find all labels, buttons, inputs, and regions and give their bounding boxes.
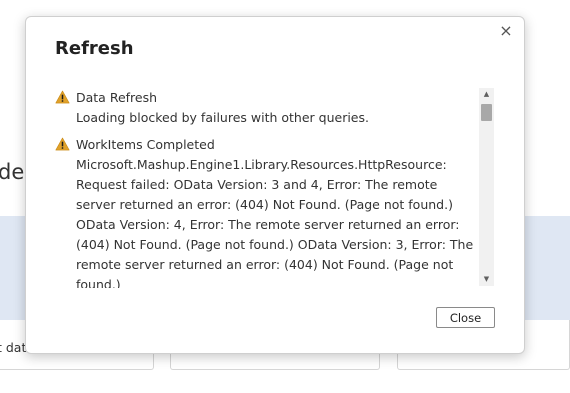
refresh-dialog: Refresh × Data Refresh Loading blocked b… [25, 16, 525, 354]
messages-list: Data Refresh Loading blocked by failures… [55, 88, 475, 288]
background-card-label: t dat [0, 340, 27, 355]
warning-icon [55, 137, 70, 151]
close-icon[interactable]: × [496, 21, 516, 41]
message-item: WorkItems Completed Microsoft.Mashup.Eng… [55, 135, 475, 288]
message-item: Data Refresh Loading blocked by failures… [55, 88, 475, 128]
scroll-up-icon[interactable]: ▲ [479, 88, 494, 101]
scroll-down-icon[interactable]: ▼ [479, 273, 494, 286]
message-title: WorkItems Completed [76, 137, 215, 152]
messages-scrollbar[interactable]: ▲ ▼ [479, 88, 494, 286]
message-body: Loading blocked by failures with other q… [76, 110, 369, 125]
close-button[interactable]: Close [436, 307, 495, 328]
message-body: Microsoft.Mashup.Engine1.Library.Resourc… [76, 157, 474, 288]
message-title: Data Refresh [76, 90, 158, 105]
warning-icon [55, 90, 70, 104]
scrollbar-thumb[interactable] [481, 104, 492, 121]
dialog-title: Refresh [55, 38, 134, 59]
background-heading: de [0, 160, 25, 184]
